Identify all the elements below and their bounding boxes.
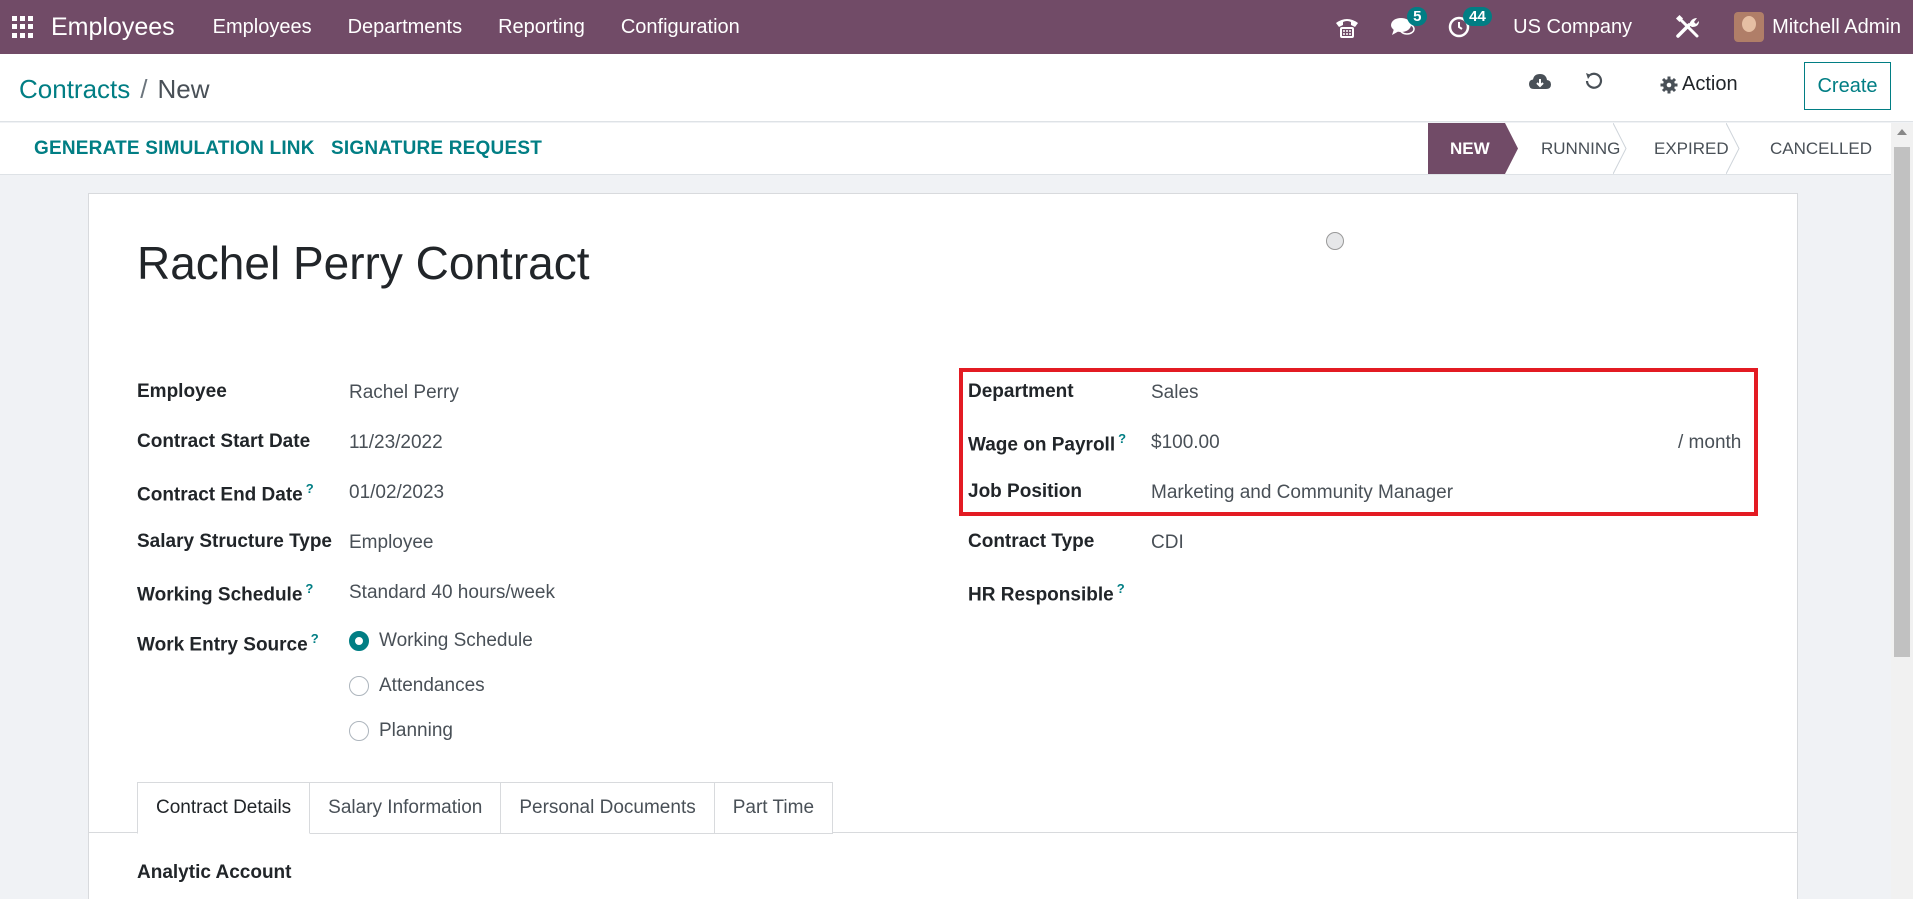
action-label: Action [1682, 73, 1738, 95]
help-tooltip-icon[interactable]: ? [1118, 431, 1126, 446]
radio-unchecked-icon [349, 676, 369, 696]
menu-configuration[interactable]: Configuration [603, 16, 758, 39]
working-schedule-label: Working Schedule? [137, 581, 313, 606]
help-tooltip-icon[interactable]: ? [1117, 581, 1125, 596]
phone-icon[interactable] [1333, 13, 1361, 41]
debug-tools-icon[interactable] [1674, 13, 1702, 41]
avatar [1734, 12, 1765, 42]
wage-on-payroll-label: Wage on Payroll? [968, 431, 1126, 456]
tab-personal-documents[interactable]: Personal Documents [501, 782, 715, 834]
radio-attendances[interactable]: Attendances [349, 675, 485, 697]
action-menu-button[interactable]: Action [1660, 73, 1738, 96]
generate-simulation-link-button[interactable]: GENERATE SIMULATION LINK [34, 138, 315, 160]
company-switcher[interactable]: US Company [1513, 16, 1632, 39]
radio-working-schedule-label: Working Schedule [379, 630, 533, 651]
signature-request-button[interactable]: SIGNATURE REQUEST [331, 138, 542, 160]
notebook-tabs: Contract Details Salary Information Pers… [137, 782, 834, 834]
hr-responsible-field[interactable] [1151, 582, 1651, 606]
help-tooltip-icon[interactable]: ? [305, 581, 313, 596]
radio-planning[interactable]: Planning [349, 720, 453, 742]
radio-checked-icon [349, 631, 369, 651]
job-position-field[interactable]: Marketing and Community Manager [1151, 482, 1453, 504]
stage-running[interactable]: RUNNING [1505, 123, 1627, 174]
tab-part-time[interactable]: Part Time [714, 782, 834, 834]
top-navbar: Employees Employees Departments Reportin… [0, 0, 1913, 54]
radio-working-schedule[interactable]: Working Schedule [349, 630, 533, 652]
radio-unchecked-icon [349, 721, 369, 741]
radio-attendances-label: Attendances [379, 675, 485, 696]
kanban-state-dot[interactable] [1326, 232, 1344, 250]
wage-field[interactable]: $100.00 [1151, 432, 1220, 454]
work-entry-source-label: Work Entry Source? [137, 631, 319, 656]
salary-structure-type-field[interactable]: Employee [349, 532, 434, 554]
page-scrollbar[interactable] [1891, 123, 1913, 899]
user-menu[interactable]: Mitchell Admin [1734, 12, 1901, 42]
save-cloud-icon[interactable] [1528, 70, 1552, 94]
contract-type-field[interactable]: CDI [1151, 532, 1184, 554]
salary-structure-type-label: Salary Structure Type [137, 531, 333, 552]
menu-employees[interactable]: Employees [195, 16, 330, 39]
breadcrumb-separator: / [140, 74, 148, 104]
contract-end-date-field[interactable]: 01/02/2023 [349, 482, 444, 504]
stage-cancelled-label: CANCELLED [1770, 138, 1873, 158]
stage-expired-label: EXPIRED [1654, 138, 1729, 158]
work-entry-source-label-text: Work Entry Source [137, 634, 308, 656]
breadcrumb: Contracts / New [19, 74, 210, 105]
messages-icon[interactable]: 5 [1389, 7, 1428, 41]
job-position-label: Job Position [968, 481, 1082, 502]
user-name: Mitchell Admin [1772, 15, 1901, 38]
gear-icon [1660, 76, 1678, 93]
wage-period-unit: / month [1678, 432, 1742, 453]
help-tooltip-icon[interactable]: ? [306, 481, 314, 496]
stage-pipeline: NEW RUNNING EXPIRED CANCELLED [1428, 123, 1880, 174]
stage-new-label: NEW [1450, 138, 1490, 158]
employee-field[interactable]: Rachel Perry [349, 382, 459, 404]
stage-new[interactable]: NEW [1428, 123, 1518, 174]
discard-undo-icon[interactable] [1583, 70, 1605, 92]
radio-planning-label: Planning [379, 720, 453, 741]
employee-label: Employee [137, 381, 227, 402]
messages-count-badge: 5 [1407, 7, 1428, 26]
department-label: Department [968, 381, 1074, 402]
working-schedule-label-text: Working Schedule [137, 584, 303, 606]
breadcrumb-contracts[interactable]: Contracts [19, 74, 130, 104]
hr-responsible-label: HR Responsible? [968, 581, 1125, 606]
app-menu-icon[interactable] [12, 16, 34, 38]
stage-cancelled[interactable]: CANCELLED [1740, 123, 1880, 174]
contract-start-date-label: Contract Start Date [137, 431, 311, 452]
analytic-account-label: Analytic Account [137, 862, 292, 883]
working-schedule-field[interactable]: Standard 40 hours/week [349, 582, 555, 604]
contract-end-date-label: Contract End Date? [137, 481, 314, 506]
activities-clock-icon[interactable]: 44 [1445, 7, 1492, 41]
tab-salary-information[interactable]: Salary Information [310, 782, 502, 834]
status-bar: GENERATE SIMULATION LINK SIGNATURE REQUE… [0, 123, 1913, 175]
stage-running-label: RUNNING [1541, 138, 1621, 158]
help-tooltip-icon[interactable]: ? [311, 631, 319, 646]
menu-departments[interactable]: Departments [330, 16, 481, 39]
contract-title[interactable]: Rachel Perry Contract [137, 236, 590, 290]
breadcrumb-current: New [157, 74, 210, 104]
contract-type-label: Contract Type [968, 531, 1095, 552]
menu-reporting[interactable]: Reporting [480, 16, 603, 39]
create-button[interactable]: Create [1804, 62, 1891, 110]
stage-expired[interactable]: EXPIRED [1626, 123, 1740, 174]
form-sheet: Rachel Perry Contract Employee Rachel Pe… [88, 193, 1798, 899]
tab-contract-details[interactable]: Contract Details [137, 782, 311, 834]
contract-start-date-field[interactable]: 11/23/2022 [349, 432, 443, 454]
contract-end-date-label-text: Contract End Date [137, 484, 303, 506]
control-panel: Contracts / New Action Create [0, 54, 1913, 122]
scroll-up-arrow-icon[interactable] [1897, 129, 1907, 135]
wage-on-payroll-label-text: Wage on Payroll [968, 434, 1116, 456]
hr-responsible-label-text: HR Responsible [968, 584, 1114, 606]
department-field[interactable]: Sales [1151, 382, 1199, 404]
app-name[interactable]: Employees [51, 13, 175, 42]
activities-count-badge: 44 [1463, 7, 1492, 26]
scrollbar-thumb[interactable] [1894, 147, 1910, 657]
